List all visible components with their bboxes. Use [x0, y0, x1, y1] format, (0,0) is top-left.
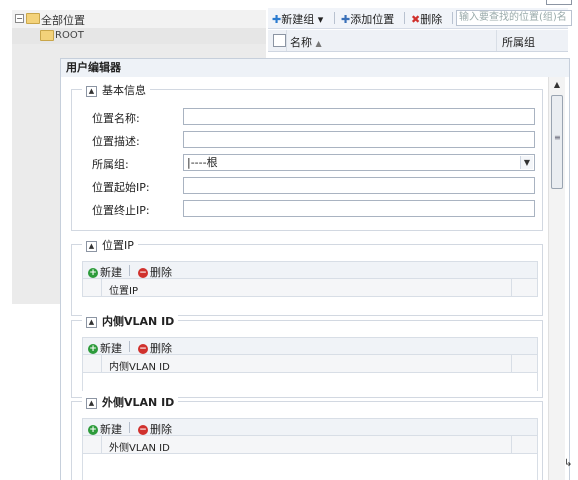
location-ip-legend: ▲ 位置IP [82, 237, 138, 253]
main-toolbar: ✚新建组 ▾ ✚添加位置 ✖删除 输入要查找的位置(组)名 [268, 8, 572, 29]
location-ip-new-button[interactable]: + 新建 [88, 264, 122, 280]
outer-vlan-fieldset: ▲ 外侧VLAN ID + 新建 − 删除 外侧VLAN ID [71, 394, 543, 480]
group-label: 所属组: [92, 158, 129, 171]
dialog-scrollbar[interactable]: ▲ ≡ [548, 77, 565, 480]
tree-node-label: ROOT [55, 30, 84, 41]
mouse-cursor-icon: ↳ [564, 458, 573, 469]
inner-vlan-new-button[interactable]: + 新建 [88, 340, 122, 356]
column-divider [511, 436, 512, 453]
add-icon: + [88, 268, 98, 278]
tree-node-all-locations[interactable]: − 全部位置 [12, 10, 266, 28]
column-divider [496, 30, 497, 51]
group-select-value: |----根 [187, 156, 218, 169]
scrollbar-thumb[interactable]: ≡ [551, 95, 563, 189]
outer-vlan-toolbar: + 新建 − 删除 [82, 418, 538, 436]
tree-node-label: 全部位置 [41, 14, 85, 27]
basic-info-fieldset: ▲ 基本信息 位置名称: 位置描述: 所属组: |----根 ▼ 位置起始IP: … [71, 82, 543, 231]
add-location-button[interactable]: ✚添加位置 [341, 11, 394, 27]
scroll-up-icon[interactable]: ▲ [551, 79, 563, 91]
dropdown-arrow-icon: ▾ [317, 13, 324, 26]
toolbar-separator [129, 341, 130, 352]
new-group-button[interactable]: ✚新建组 ▾ [272, 11, 323, 27]
collapse-icon[interactable]: − [15, 14, 24, 23]
location-ip-grid-header: 位置IP [82, 279, 538, 297]
folder-icon [26, 13, 40, 24]
column-divider [511, 279, 512, 296]
add-icon: + [88, 344, 98, 354]
dialog-title: 用户编辑器 [61, 59, 569, 77]
tree-node-root[interactable]: ROOT [12, 28, 266, 44]
collapse-toggle-icon[interactable]: ▲ [86, 316, 97, 328]
column-header-outer-vlan[interactable]: 外侧VLAN ID [109, 439, 170, 454]
delete-icon: − [138, 268, 148, 278]
column-divider [511, 355, 512, 372]
collapse-toggle-icon[interactable]: ▲ [86, 85, 97, 97]
inner-vlan-grid-header: 内侧VLAN ID [82, 355, 538, 373]
column-divider [101, 436, 102, 453]
column-divider [101, 355, 102, 372]
outer-vlan-legend: ▲ 外侧VLAN ID [82, 394, 179, 410]
toolbar-separator [129, 265, 130, 276]
column-header-location-ip[interactable]: 位置IP [109, 282, 138, 297]
group-select[interactable]: |----根 ▼ [183, 154, 535, 171]
location-name-label: 位置名称: [92, 112, 140, 125]
end-ip-field[interactable] [183, 200, 535, 217]
folder-icon [40, 30, 54, 41]
location-name-field[interactable] [183, 108, 535, 125]
location-description-label: 位置描述: [92, 135, 140, 148]
sort-asc-icon: ▲ [315, 39, 322, 48]
start-ip-field[interactable] [183, 177, 535, 194]
inner-vlan-delete-button[interactable]: − 删除 [138, 340, 172, 356]
outer-vlan-delete-button[interactable]: − 删除 [138, 421, 172, 437]
column-divider [286, 30, 287, 51]
new-group-icon: ✚ [272, 13, 282, 26]
delete-icon: − [138, 344, 148, 354]
column-header-name[interactable]: 名称 ▲ [290, 34, 322, 50]
add-icon: + [88, 425, 98, 435]
start-ip-label: 位置起始IP: [92, 181, 150, 194]
toolbar-separator [129, 422, 130, 433]
outer-vlan-new-button[interactable]: + 新建 [88, 421, 122, 437]
column-divider [101, 279, 102, 296]
location-ip-toolbar: + 新建 − 删除 [82, 261, 538, 279]
toolbar-separator [404, 12, 405, 24]
chevron-down-icon[interactable]: ▼ [520, 156, 533, 169]
inner-vlan-fieldset: ▲ 内侧VLAN ID + 新建 − 删除 内侧VLAN ID [71, 313, 543, 398]
collapse-toggle-icon[interactable]: ▲ [86, 397, 97, 409]
user-editor-dialog: 用户编辑器 ▲ 基本信息 位置名称: 位置描述: 所属组: |----根 ▼ 位置… [60, 58, 570, 480]
outer-vlan-grid-body [82, 454, 538, 480]
search-input[interactable]: 输入要查找的位置(组)名 [456, 10, 572, 26]
inner-vlan-grid-body [82, 373, 538, 391]
delete-icon: ✖ [411, 13, 421, 26]
grip-icon: ≡ [554, 133, 561, 142]
collapse-toggle-icon[interactable]: ▲ [86, 240, 97, 252]
delete-button[interactable]: ✖删除 [411, 11, 442, 27]
column-header-inner-vlan[interactable]: 内侧VLAN ID [109, 358, 170, 373]
add-location-icon: ✚ [341, 13, 351, 26]
grid-header: 名称 ▲ 所属组 [268, 30, 568, 52]
inner-vlan-toolbar: + 新建 − 删除 [82, 337, 538, 355]
inner-vlan-legend: ▲ 内侧VLAN ID [82, 313, 179, 329]
basic-info-legend: ▲ 基本信息 [82, 82, 150, 98]
end-ip-label: 位置终止IP: [92, 204, 150, 217]
location-description-field[interactable] [183, 131, 535, 148]
location-ip-delete-button[interactable]: − 删除 [138, 264, 172, 280]
toolbar-separator [334, 12, 335, 24]
column-header-group[interactable]: 所属组 [502, 34, 535, 50]
dialog-body: ▲ 基本信息 位置名称: 位置描述: 所属组: |----根 ▼ 位置起始IP: … [61, 77, 547, 480]
toolbar-separator [452, 12, 453, 24]
outer-vlan-grid-header: 外侧VLAN ID [82, 436, 538, 454]
window-tab [546, 0, 572, 5]
delete-icon: − [138, 425, 148, 435]
select-all-checkbox[interactable] [273, 34, 286, 47]
location-ip-fieldset: ▲ 位置IP + 新建 − 删除 位置IP [71, 237, 543, 316]
